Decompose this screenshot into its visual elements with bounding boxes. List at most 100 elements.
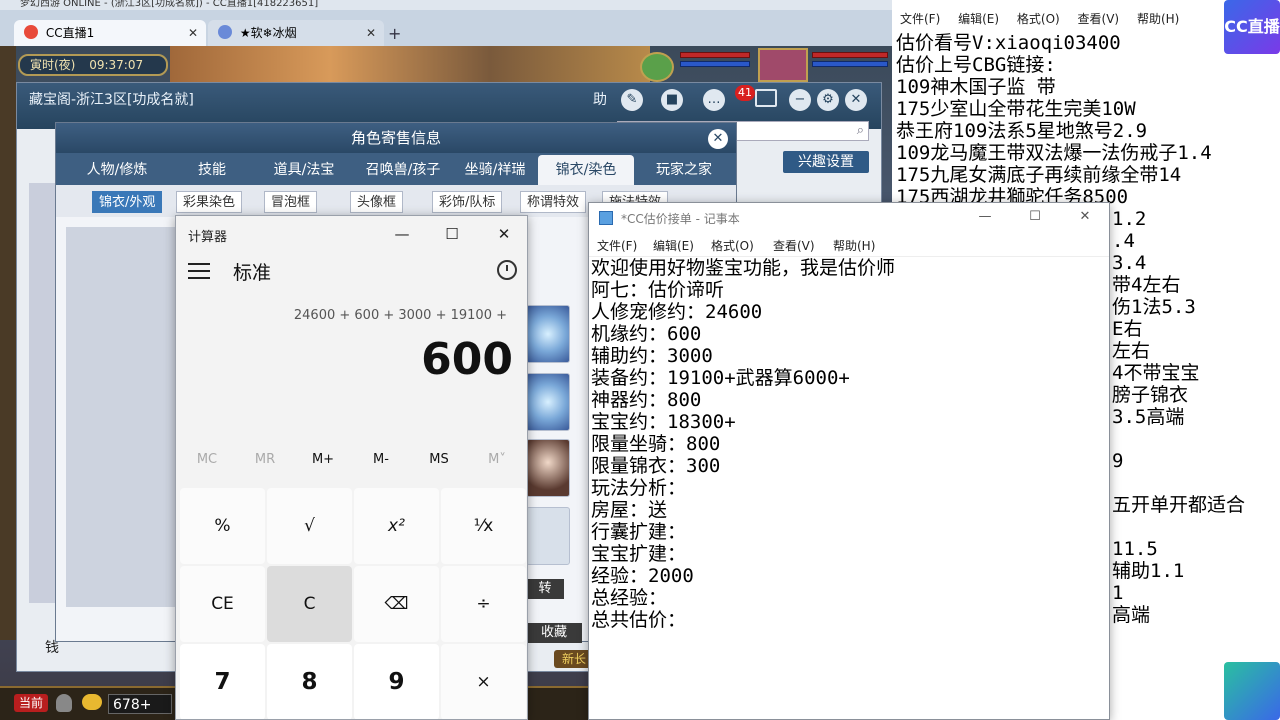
text-line: 9 bbox=[1112, 450, 1124, 472]
outfit-slot[interactable] bbox=[526, 507, 570, 565]
channel-current-button[interactable]: 当前 bbox=[14, 694, 48, 712]
menu-file[interactable]: 文件(F) bbox=[900, 12, 940, 26]
avatar-tab-icon bbox=[218, 25, 232, 39]
text-line: 109神木国子监 带 bbox=[896, 76, 1056, 98]
memory-subtract-button[interactable]: M- bbox=[352, 452, 410, 467]
cart-icon[interactable] bbox=[755, 89, 777, 107]
message-icon[interactable]: … bbox=[703, 89, 725, 111]
role-dialog-title: 角色寄售信息 bbox=[350, 129, 441, 147]
game-clock: 寅时(夜) 09:37:07 bbox=[18, 54, 168, 76]
minimize-icon[interactable]: — bbox=[973, 205, 997, 229]
favorite-button[interactable]: 收藏 bbox=[526, 623, 582, 643]
memory-list-button[interactable]: M˅ bbox=[468, 452, 526, 467]
memory-add-button[interactable]: M+ bbox=[294, 452, 352, 467]
clear-entry-button[interactable]: CE bbox=[180, 566, 265, 642]
menu-edit[interactable]: 编辑(E) bbox=[958, 12, 999, 26]
subtab-team-badge[interactable]: 彩饰/队标 bbox=[432, 191, 503, 213]
maximize-icon[interactable]: ☐ bbox=[440, 222, 464, 246]
bg-notepad-text[interactable]: 估价看号V:xiaoqi03400 估价上号CBG链接: 109神木国子监 带 … bbox=[896, 32, 1280, 208]
role-dialog-header: 角色寄售信息 ✕ bbox=[56, 123, 736, 153]
subtab-dye[interactable]: 彩果染色 bbox=[176, 191, 243, 213]
subtab-outfit[interactable]: 锦衣/外观 bbox=[92, 191, 163, 213]
sqrt-button[interactable]: √ bbox=[267, 488, 352, 564]
clear-button[interactable]: C bbox=[267, 566, 352, 642]
text-line: 限量坐骑：800 bbox=[591, 433, 721, 455]
digit-8-button[interactable]: 8 bbox=[267, 644, 352, 719]
memory-recall-button[interactable]: MR bbox=[236, 452, 294, 467]
browser-tab-bingyan[interactable]: ★软❄冰烟 ✕ bbox=[208, 20, 384, 46]
close-icon[interactable]: ✕ bbox=[708, 129, 728, 149]
tab-character[interactable]: 人物/修炼 bbox=[62, 155, 172, 185]
menu-format[interactable]: 格式(O) bbox=[711, 237, 754, 254]
minimize-icon[interactable]: − bbox=[789, 89, 811, 111]
maximize-icon[interactable]: ☐ bbox=[1023, 205, 1047, 229]
menu-format[interactable]: 格式(O) bbox=[1017, 12, 1060, 26]
percent-button[interactable]: % bbox=[180, 488, 265, 564]
text-line: 阿七：估价谛听 bbox=[591, 279, 725, 301]
close-icon[interactable]: ✕ bbox=[492, 222, 516, 246]
menu-help[interactable]: 帮助(H) bbox=[833, 237, 875, 254]
tab-outfits[interactable]: 锦衣/染色 bbox=[538, 155, 634, 185]
pen-icon[interactable]: ✎ bbox=[621, 89, 643, 111]
close-icon[interactable]: ✕ bbox=[366, 20, 376, 46]
close-icon[interactable]: ✕ bbox=[188, 20, 198, 46]
history-icon[interactable] bbox=[497, 260, 517, 280]
tab-items[interactable]: 道具/法宝 bbox=[256, 155, 352, 185]
stop-icon[interactable]: ■ bbox=[661, 89, 683, 111]
hp-bar bbox=[680, 52, 750, 58]
outfit-slot[interactable] bbox=[526, 373, 570, 431]
memory-store-button[interactable]: MS bbox=[410, 452, 468, 467]
interest-settings-button[interactable]: 兴趣设置 bbox=[783, 151, 869, 173]
menu-view[interactable]: 查看(V) bbox=[1078, 12, 1120, 26]
player-avatar[interactable] bbox=[758, 48, 808, 82]
text-line: 3.4 bbox=[1112, 252, 1147, 274]
menu-help[interactable]: 帮助(H) bbox=[1137, 12, 1179, 26]
digit-7-button[interactable]: 7 bbox=[180, 644, 265, 719]
subtab-bubble[interactable]: 冒泡框 bbox=[264, 191, 318, 213]
menu-view[interactable]: 查看(V) bbox=[773, 237, 815, 254]
mp-bar bbox=[680, 61, 750, 67]
text-line bbox=[1112, 428, 1280, 450]
text-line: 总共估价： bbox=[591, 609, 687, 631]
text-line: 估价上号CBG链接: bbox=[896, 54, 1056, 76]
gear-icon[interactable]: ⚙ bbox=[817, 89, 839, 111]
helper-button[interactable]: 助 bbox=[593, 89, 607, 109]
browser-tab-cc[interactable]: CC直播1 ✕ bbox=[14, 20, 206, 46]
tab-skills[interactable]: 技能 bbox=[172, 155, 252, 185]
menu-edit[interactable]: 编辑(E) bbox=[653, 237, 694, 254]
subtab-avatar-frame[interactable]: 头像框 bbox=[350, 191, 404, 213]
outfit-slot[interactable] bbox=[526, 305, 570, 363]
notepad-text-area[interactable]: 欢迎使用好物鉴宝功能，我是估价师 阿七：估价谛听 人修宠修约：24600 机缘约… bbox=[591, 257, 1107, 717]
cbg-title: 藏宝阁-浙江3区[功成名就] bbox=[29, 92, 194, 108]
menu-file[interactable]: 文件(F) bbox=[597, 237, 637, 254]
minimize-icon[interactable]: — bbox=[390, 222, 414, 246]
tab-mounts[interactable]: 坐骑/祥瑞 bbox=[454, 155, 536, 185]
memory-clear-button[interactable]: MC bbox=[178, 452, 236, 467]
tab-summons[interactable]: 召唤兽/孩子 bbox=[352, 155, 454, 185]
text-line: 估价看号V:xiaoqi03400 bbox=[896, 32, 1121, 54]
outfit-slot[interactable] bbox=[526, 439, 570, 497]
bg-notepad-menubar: 文件(F) 编辑(E) 格式(O) 查看(V) 帮助(H) bbox=[900, 10, 1193, 27]
text-line: 总经验： bbox=[591, 587, 668, 609]
chat-icon[interactable] bbox=[82, 694, 102, 710]
pet-avatar[interactable] bbox=[640, 52, 674, 82]
reciprocal-button[interactable]: ¹⁄x bbox=[441, 488, 526, 564]
rotate-button[interactable]: 转 bbox=[526, 579, 564, 599]
multiply-button[interactable]: × bbox=[441, 644, 526, 719]
divide-button[interactable]: ÷ bbox=[441, 566, 526, 642]
close-icon[interactable]: ✕ bbox=[1073, 205, 1097, 229]
hamburger-menu-icon[interactable] bbox=[188, 258, 210, 284]
microphone-icon[interactable] bbox=[56, 694, 72, 712]
backspace-button[interactable]: ⌫ bbox=[354, 566, 439, 642]
text-line: 房屋：送 bbox=[591, 499, 668, 521]
text-line: 1 bbox=[1112, 582, 1124, 604]
subtab-title-effect[interactable]: 称谓特效 bbox=[520, 191, 587, 213]
new-tab-icon[interactable]: + bbox=[388, 24, 401, 43]
square-button[interactable]: x² bbox=[354, 488, 439, 564]
notepad-title: *CC估价接单 - 记事本 bbox=[621, 212, 740, 226]
close-icon[interactable]: ✕ bbox=[845, 89, 867, 111]
digit-9-button[interactable]: 9 bbox=[354, 644, 439, 719]
tab-home[interactable]: 玩家之家 bbox=[636, 155, 732, 185]
search-icon[interactable]: ⌕ bbox=[857, 123, 864, 138]
text-line bbox=[1112, 472, 1280, 494]
